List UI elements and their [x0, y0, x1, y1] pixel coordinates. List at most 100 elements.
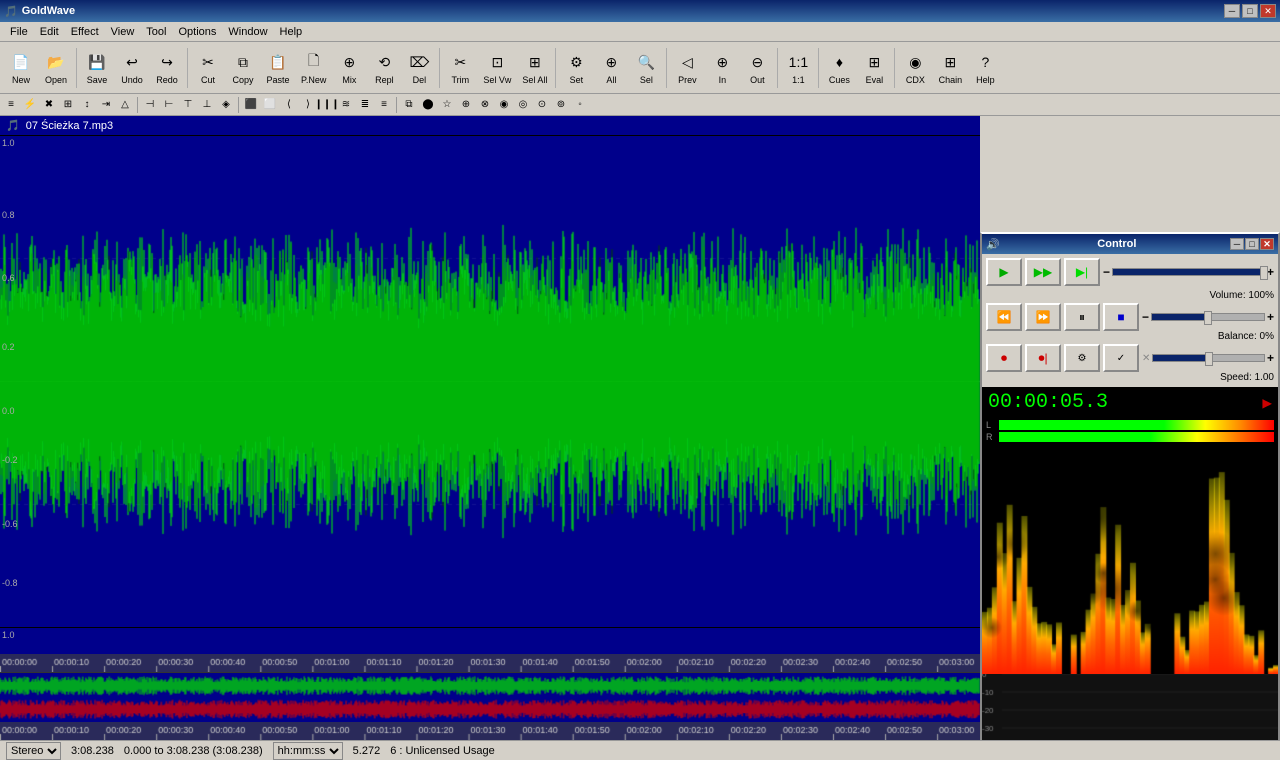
tb2-btn-3[interactable]: ✖ [40, 96, 58, 114]
tb2-btn-2[interactable]: ⚡ [21, 96, 39, 114]
menu-item-window[interactable]: Window [222, 24, 273, 40]
settings-button[interactable]: ⚙ [1064, 344, 1100, 372]
volume-knob[interactable] [1260, 266, 1268, 280]
volume-increase[interactable]: + [1267, 265, 1274, 279]
toolbar-btn-open[interactable]: 📂Open [39, 45, 73, 91]
menu-item-tool[interactable]: Tool [140, 24, 172, 40]
speed-knob[interactable] [1205, 352, 1213, 366]
tb2-btn-29[interactable]: ⊚ [552, 96, 570, 114]
channel-2[interactable]: 1.0 0.8 0.5 0.4 0.2 0.0 -0.2 -0.4 -0.6 -… [0, 628, 980, 654]
close-button[interactable]: ✕ [1260, 4, 1276, 18]
menu-item-options[interactable]: Options [172, 24, 222, 40]
tb2-btn-4[interactable]: ⊞ [59, 96, 77, 114]
volume-decrease[interactable]: − [1103, 265, 1110, 279]
stop-button[interactable]: ■ [1103, 303, 1139, 331]
toolbar-btn-set[interactable]: ⚙Set [559, 45, 593, 91]
tb2-btn-24[interactable]: ⊕ [457, 96, 475, 114]
toolbar-btn-cdx[interactable]: ◉CDX [898, 45, 932, 91]
menu-item-file[interactable]: File [4, 24, 34, 40]
pause-button[interactable]: ⏸ [1064, 303, 1100, 331]
rewind-button[interactable]: ⏪ [986, 303, 1022, 331]
tb2-btn-19[interactable]: ≣ [356, 96, 374, 114]
tb2-btn-7[interactable]: △ [116, 96, 134, 114]
stereo-dropdown[interactable]: Stereo Mono [6, 742, 61, 760]
toolbar-btn-selvw[interactable]: ⊡Sel Vw [478, 45, 516, 91]
toolbar-btn-all[interactable]: ⊕All [594, 45, 628, 91]
volume-slider-track[interactable] [1112, 268, 1265, 276]
minimize-button[interactable]: ─ [1224, 4, 1240, 18]
tb2-btn-5[interactable]: ↕ [78, 96, 96, 114]
tb2-btn-12[interactable]: ◈ [217, 96, 235, 114]
toolbar-btn-mix[interactable]: ⊕Mix [332, 45, 366, 91]
fast-forward-button[interactable]: ⏩ [1025, 303, 1061, 331]
toolbar-btn-repl[interactable]: ⟲Repl [367, 45, 401, 91]
tb2-btn-21[interactable]: ⧉ [400, 96, 418, 114]
toolbar-btn-cut[interactable]: ✂Cut [191, 45, 225, 91]
tb2-btn-20[interactable]: ≡ [375, 96, 393, 114]
tb2-btn-13[interactable]: ⬛ [242, 96, 260, 114]
toolbar-btn-chain[interactable]: ⊞Chain [933, 45, 967, 91]
menu-item-help[interactable]: Help [274, 24, 309, 40]
tb2-btn-30[interactable]: ◦ [571, 96, 589, 114]
toolbar-btn-pnew[interactable]: 🗋P.New [296, 45, 331, 91]
tb2-btn-11[interactable]: ⊥ [198, 96, 216, 114]
toolbar-btn-del[interactable]: ⌦Del [402, 45, 436, 91]
tb2-btn-14[interactable]: ⬜ [261, 96, 279, 114]
menu-item-view[interactable]: View [105, 24, 141, 40]
menu-item-edit[interactable]: Edit [34, 24, 65, 40]
tb2-btn-22[interactable]: ⬤ [419, 96, 437, 114]
channel-1[interactable]: 1.0 0.8 0.6 0.2 0.0 -0.2 -0.6 -0.8 [0, 136, 980, 628]
tb2-btn-23[interactable]: ☆ [438, 96, 456, 114]
ctrl-maximize-btn[interactable]: □ [1245, 238, 1259, 250]
toolbar-btn-save[interactable]: 💾Save [80, 45, 114, 91]
balance-decrease[interactable]: − [1142, 310, 1149, 324]
tb2-btn-1[interactable]: ≡ [2, 96, 20, 114]
toolbar-btn-selall[interactable]: ⊞Sel All [517, 45, 552, 91]
play-button[interactable]: ▶ [986, 258, 1022, 286]
tb2-btn-25[interactable]: ⊗ [476, 96, 494, 114]
record-selection-button[interactable]: ⏺| [1025, 344, 1061, 372]
balance-knob[interactable] [1204, 311, 1212, 325]
tb2-btn-18[interactable]: ≋ [337, 96, 355, 114]
toolbar-btn-out[interactable]: ⊖Out [740, 45, 774, 91]
tb2-btn-6[interactable]: ⇥ [97, 96, 115, 114]
properties-button[interactable]: ✓ [1103, 344, 1139, 372]
play-marker-button[interactable]: ▶| [1064, 258, 1100, 286]
waveform-canvas-2[interactable] [0, 628, 980, 654]
tb2-btn-8[interactable]: ⊣ [141, 96, 159, 114]
tb2-btn-15[interactable]: ⟨ [280, 96, 298, 114]
speed-slider-track[interactable] [1152, 354, 1265, 362]
play-selection-button[interactable]: ▶▶ [1025, 258, 1061, 286]
toolbar-btn-sel[interactable]: 🔍Sel [629, 45, 663, 91]
toolbar-btn-in[interactable]: ⊕In [705, 45, 739, 91]
toolbar-btn-undo[interactable]: ↩Undo [115, 45, 149, 91]
ctrl-minimize-btn[interactable]: ─ [1230, 238, 1244, 250]
toolbar-btn-eval[interactable]: ⊞Eval [857, 45, 891, 91]
tb2-btn-28[interactable]: ⊙ [533, 96, 551, 114]
toolbar-btn-copy[interactable]: ⧉Copy [226, 45, 260, 91]
toolbar-btn-prev[interactable]: ◁Prev [670, 45, 704, 91]
toolbar-btn-help[interactable]: ?Help [968, 45, 1002, 91]
tb2-btn-9[interactable]: ⊢ [160, 96, 178, 114]
balance-increase[interactable]: + [1267, 310, 1274, 324]
ctrl-close-btn[interactable]: ✕ [1260, 238, 1274, 250]
overview-waveform[interactable] [0, 672, 980, 722]
selection-format-dropdown[interactable]: hh:mm:ss [273, 742, 343, 760]
toolbar-btn-redo[interactable]: ↪Redo [150, 45, 184, 91]
tb2-btn-27[interactable]: ◎ [514, 96, 532, 114]
toolbar-btn-1to1[interactable]: 1:11:1 [781, 45, 815, 91]
toolbar-btn-trim[interactable]: ✂Trim [443, 45, 477, 91]
toolbar-btn-new[interactable]: 📄New [4, 45, 38, 91]
tb2-btn-10[interactable]: ⊤ [179, 96, 197, 114]
balance-slider-track[interactable] [1151, 313, 1265, 321]
record-button[interactable]: ⏺ [986, 344, 1022, 372]
toolbar-btn-paste[interactable]: 📋Paste [261, 45, 295, 91]
toolbar-btn-cues[interactable]: ♦Cues [822, 45, 856, 91]
waveform-canvas-1[interactable] [0, 136, 980, 627]
tb2-btn-26[interactable]: ◉ [495, 96, 513, 114]
menu-item-effect[interactable]: Effect [65, 24, 105, 40]
tb2-btn-17[interactable]: ❙❙❙ [318, 96, 336, 114]
speed-increase[interactable]: + [1267, 351, 1274, 365]
stereo-select[interactable]: Stereo Mono [6, 742, 61, 760]
maximize-button[interactable]: □ [1242, 4, 1258, 18]
